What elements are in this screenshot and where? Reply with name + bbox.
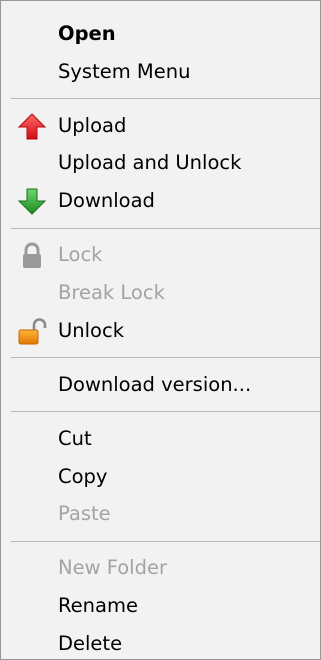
menu-item-break-lock[interactable]: Break Lock [1, 274, 320, 312]
menu-item-unlock[interactable]: Unlock [1, 312, 320, 350]
menu-separator [11, 98, 320, 99]
menu-item-label: Open [58, 22, 116, 45]
menu-item-upload-and-unlock[interactable]: Upload and Unlock [1, 144, 320, 182]
menu-separator [11, 357, 320, 358]
menu-item-label: Paste [58, 502, 111, 525]
menu-item-upload[interactable]: Upload [1, 107, 320, 145]
menu-item-download-version[interactable]: Download version... [1, 366, 320, 404]
menu-item-download[interactable]: Download [1, 182, 320, 220]
menu-item-delete[interactable]: Delete [1, 625, 320, 660]
menu-item-new-folder[interactable]: New Folder [1, 549, 320, 587]
menu-item-label: Cut [58, 427, 92, 450]
lock-icon [17, 242, 47, 269]
menu-item-paste[interactable]: Paste [1, 495, 320, 533]
menu-item-label: Upload [58, 114, 127, 137]
context-menu: Open System Menu Upload Upload and Unloc… [0, 0, 321, 660]
menu-item-label: Download version... [58, 373, 252, 396]
menu-item-system-menu[interactable]: System Menu [1, 53, 320, 91]
menu-item-label: Unlock [58, 319, 124, 342]
menu-separator [11, 541, 320, 542]
menu-item-lock[interactable]: Lock [1, 236, 320, 274]
upload-arrow-icon [17, 113, 47, 140]
menu-item-label: New Folder [58, 556, 167, 579]
menu-item-copy[interactable]: Copy [1, 458, 320, 496]
menu-separator [11, 228, 320, 229]
menu-item-rename[interactable]: Rename [1, 587, 320, 625]
menu-item-label: System Menu [58, 60, 191, 83]
menu-item-label: Rename [58, 594, 138, 617]
unlock-icon [17, 318, 47, 345]
menu-item-label: Lock [58, 243, 103, 266]
menu-separator [11, 411, 320, 412]
menu-item-label: Delete [58, 632, 123, 655]
menu-item-label: Break Lock [58, 281, 165, 304]
download-arrow-icon [17, 188, 47, 215]
menu-item-cut[interactable]: Cut [1, 420, 320, 458]
menu-item-label: Download [58, 189, 155, 212]
menu-item-open[interactable]: Open [1, 15, 320, 53]
menu-item-label: Upload and Unlock [58, 151, 242, 174]
menu-item-label: Copy [58, 465, 108, 488]
